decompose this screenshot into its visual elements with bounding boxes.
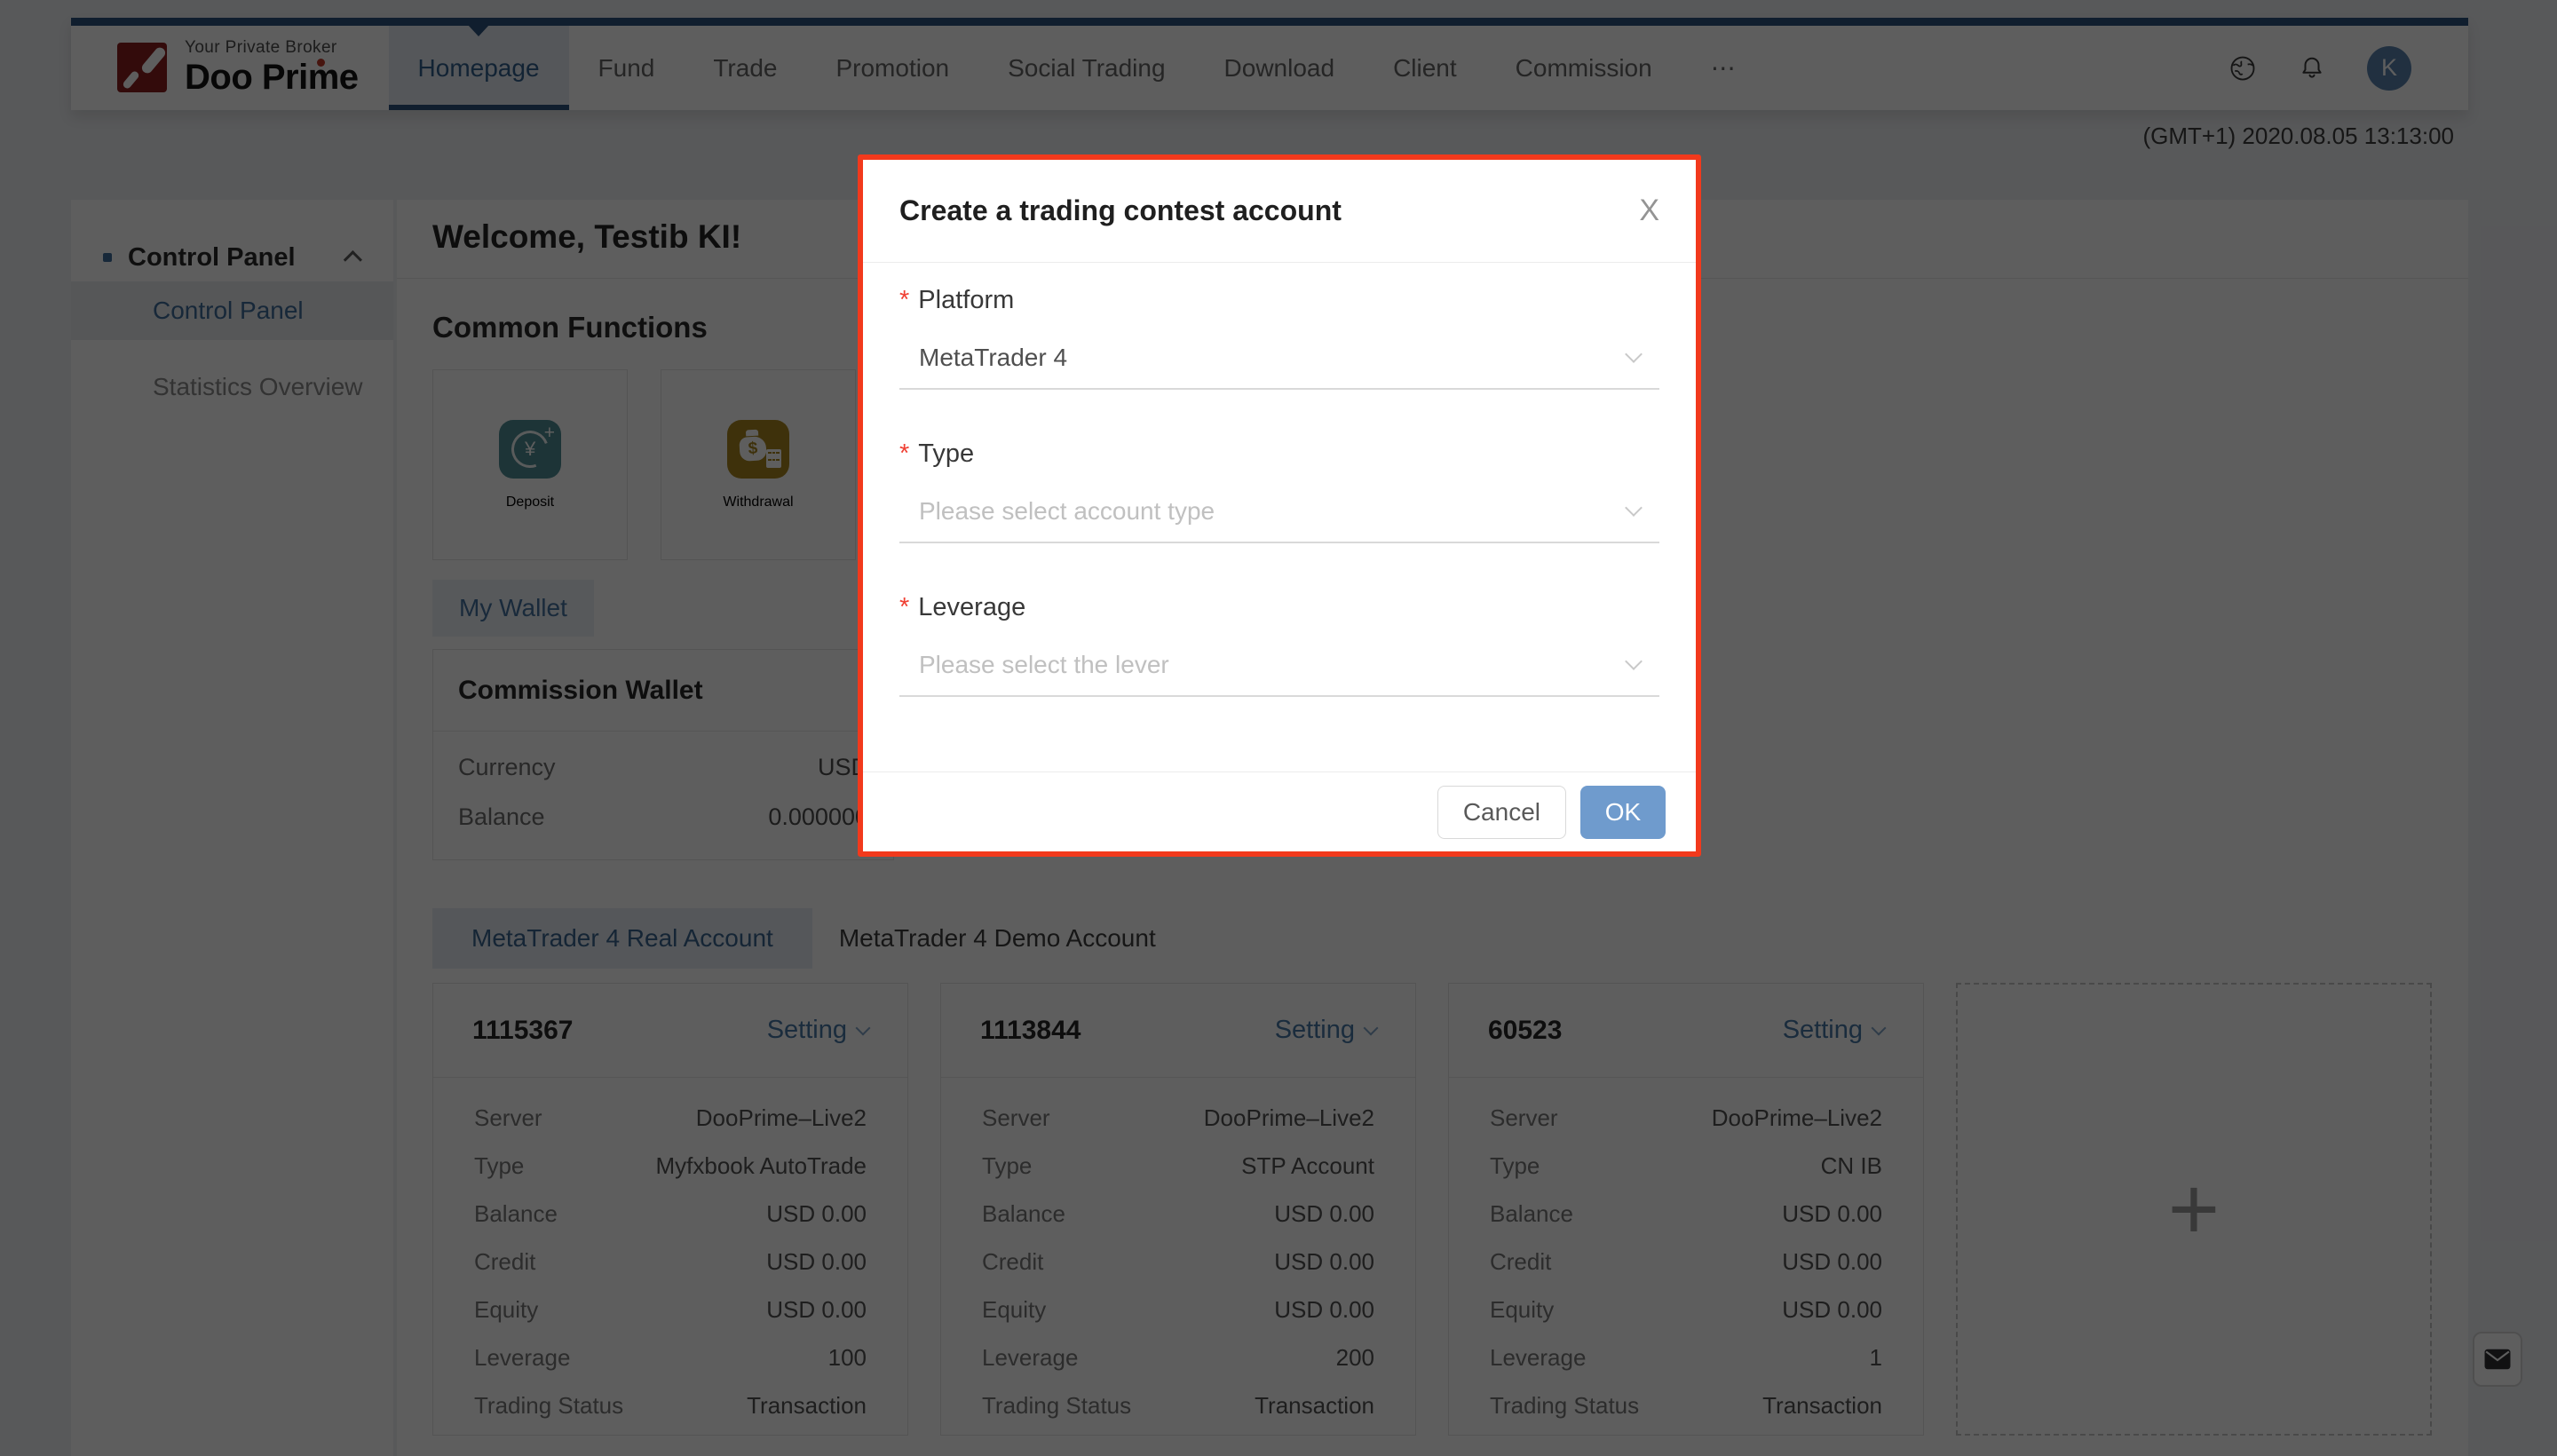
chevron-down-icon [1625,345,1643,363]
create-trading-contest-account-modal: Create a trading contest account X * Pla… [858,154,1701,857]
platform-select[interactable]: MetaTrader 4 [899,328,1659,390]
close-icon[interactable]: X [1639,194,1659,228]
leverage-select[interactable]: Please select the lever [899,635,1659,697]
type-field-label: * Type [899,439,975,468]
required-marker: * [899,439,910,468]
chevron-down-icon [1625,653,1643,670]
ok-button[interactable]: OK [1580,786,1666,839]
required-marker: * [899,593,910,621]
type-select[interactable]: Please select account type [899,481,1659,543]
type-select-placeholder: Please select account type [919,497,1215,525]
chevron-down-icon [1625,499,1643,517]
modal-title: Create a trading contest account [899,194,1342,226]
platform-select-value: MetaTrader 4 [919,344,1068,371]
leverage-field-label: * Leverage [899,593,1026,621]
leverage-select-placeholder: Please select the lever [919,651,1169,678]
platform-field-label: * Platform [899,286,1015,314]
cancel-button[interactable]: Cancel [1437,786,1566,839]
required-marker: * [899,286,910,314]
